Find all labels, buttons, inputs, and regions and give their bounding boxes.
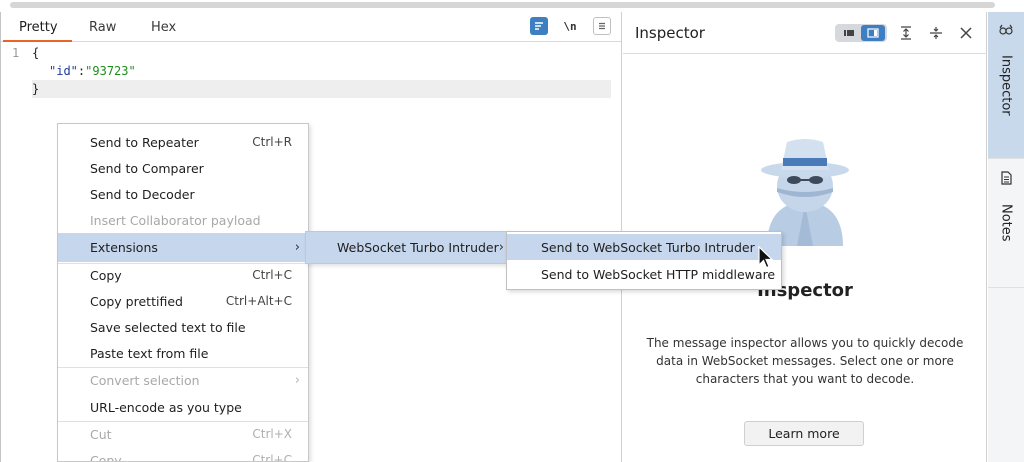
menu-item-paste-text-from-file[interactable]: Paste text from file <box>58 340 308 366</box>
menu-item-copy[interactable]: Copy Ctrl+C <box>58 262 308 288</box>
layout-split-icon[interactable] <box>861 25 885 41</box>
code-line: "id":"93723" <box>49 62 136 80</box>
json-open-brace: { <box>32 46 40 60</box>
menu-item-copy-prettified[interactable]: Copy prettified Ctrl+Alt+C <box>58 288 308 314</box>
extensions-submenu-item-websocket-turbo-intruder[interactable]: WebSocket Turbo Intruder › <box>305 231 509 264</box>
side-tab-bar: Inspector Notes <box>988 12 1024 462</box>
side-tab-notes-label: Notes <box>998 204 1014 242</box>
tab-raw[interactable]: Raw <box>89 20 116 35</box>
mouse-cursor-icon <box>758 246 774 269</box>
chevron-right-icon: › <box>294 372 300 388</box>
json-value: "93723" <box>85 64 136 78</box>
menu-item-url-encode[interactable]: URL-encode as you type <box>58 394 308 420</box>
layout-toggle[interactable] <box>835 24 887 42</box>
menu-item-save-selected-text[interactable]: Save selected text to file <box>58 314 308 340</box>
inspector-tab-icon <box>999 24 1013 39</box>
top-scrollbar[interactable] <box>0 0 1024 12</box>
code-line-current: } <box>32 80 611 98</box>
collapse-all-icon[interactable] <box>927 23 945 43</box>
json-key: "id" <box>49 64 78 78</box>
menu-item-send-to-websocket-http-middleware[interactable]: Send to WebSocket HTTP middleware <box>507 261 781 287</box>
tab-hex[interactable]: Hex <box>151 20 176 35</box>
menu-item-send-to-websocket-turbo-intruder[interactable]: Send to WebSocket Turbo Intruder <box>507 234 781 260</box>
line-number: 1 <box>12 46 20 60</box>
inspector-header: Inspector <box>623 12 987 54</box>
notes-icon <box>1000 171 1012 188</box>
side-tab-notes[interactable]: Notes <box>988 158 1024 288</box>
side-tab-inspector-label: Inspector <box>998 55 1014 116</box>
json-close-brace: } <box>32 82 40 96</box>
menu-item-insert-collaborator-payload: Insert Collaborator payload <box>90 212 261 228</box>
chevron-right-icon: › <box>498 240 504 255</box>
editor-menu-icon[interactable] <box>593 17 611 35</box>
pretty-format-icon[interactable] <box>530 17 548 35</box>
active-tab-indicator <box>3 40 72 42</box>
submenu-label: WebSocket Turbo Intruder <box>337 240 499 255</box>
code-line: { <box>32 44 39 62</box>
menu-item-cut: Cut Ctrl+X <box>90 426 292 442</box>
tab-pretty[interactable]: Pretty <box>19 20 58 35</box>
menu-item-extensions[interactable]: Extensions › <box>58 233 308 262</box>
editor-tabs: Pretty Raw Hex \n <box>1 12 621 42</box>
inspector-title: Inspector <box>635 24 705 42</box>
scrollbar-thumb[interactable] <box>10 2 995 8</box>
menu-item-copy-disabled: Copy Ctrl+C <box>90 452 292 462</box>
menu-item-send-to-repeater[interactable]: Send to Repeater Ctrl+R <box>58 129 308 155</box>
inspector-description: The message inspector allows you to quic… <box>646 336 964 386</box>
layout-list-icon[interactable] <box>837 26 861 40</box>
menu-item-convert-selection: Convert selection › <box>90 372 300 388</box>
close-icon[interactable] <box>957 23 975 43</box>
spy-illustration-icon <box>761 139 849 246</box>
learn-more-button[interactable]: Learn more <box>744 421 864 446</box>
menu-item-send-to-comparer[interactable]: Send to Comparer <box>58 155 308 181</box>
turbo-intruder-submenu: Send to WebSocket Turbo Intruder Send to… <box>506 231 782 290</box>
expand-all-icon[interactable] <box>897 23 915 43</box>
menu-item-send-to-decoder[interactable]: Send to Decoder <box>58 181 308 207</box>
side-tab-inspector[interactable]: Inspector <box>988 12 1024 158</box>
context-menu: Send to Repeater Ctrl+R Send to Comparer … <box>57 123 309 462</box>
show-newlines-button[interactable]: \n <box>561 17 579 35</box>
chevron-right-icon: › <box>294 240 300 255</box>
